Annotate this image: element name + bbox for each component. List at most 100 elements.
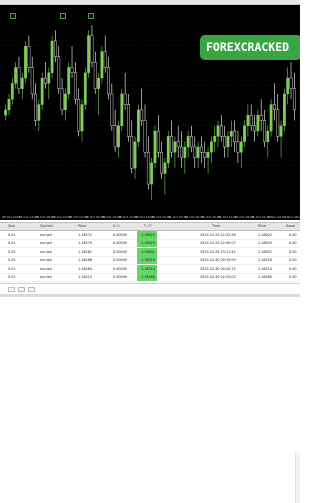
price-chart[interactable]: FOREXCRACKED 28 Oct 2025 29 Oct 14:00 29 O… xyxy=(0,5,300,220)
close-price-cell: 1.16460 xyxy=(258,275,273,279)
table-scrollbar[interactable] xyxy=(295,453,300,503)
candle xyxy=(203,141,207,169)
size-cell: 0.01 xyxy=(8,233,16,237)
column-header-swap[interactable]: Swap xyxy=(286,223,295,230)
watermark-badge: FOREXCRACKED xyxy=(200,35,300,60)
tp-cell: 1.16620 xyxy=(137,231,157,239)
sl-cell: 0.00000 xyxy=(113,241,128,246)
candle xyxy=(153,125,157,169)
size-cell: 0.01 xyxy=(8,275,16,279)
candle xyxy=(219,115,223,142)
size-cell: 0.01 xyxy=(8,241,16,246)
status-strip xyxy=(0,294,300,297)
tp-cell: 1.16518 xyxy=(137,256,157,265)
candle xyxy=(100,46,104,84)
status-bar xyxy=(0,283,300,301)
size-cell: 0.01 xyxy=(8,249,16,254)
candle xyxy=(239,136,243,169)
candle xyxy=(44,62,47,89)
column-header-time[interactable]: Time xyxy=(212,223,220,230)
candle xyxy=(73,62,77,105)
swap-cell: 0.00 xyxy=(289,241,297,246)
candle xyxy=(37,99,41,132)
swap-cell: 0.00 xyxy=(289,266,297,271)
candle xyxy=(170,120,173,158)
candle xyxy=(140,88,144,126)
candle xyxy=(60,78,64,116)
candle xyxy=(123,72,127,110)
status-button[interactable] xyxy=(28,287,35,292)
status-button[interactable] xyxy=(18,287,25,292)
candle xyxy=(166,131,170,169)
candle xyxy=(263,109,266,147)
table-row[interactable]: 0.01 eurusd 1.16410 0.00000 2025.10.30 02:25… xyxy=(0,273,300,282)
candle xyxy=(83,67,87,110)
close-price-cell: 1.16518 xyxy=(258,258,273,263)
candle xyxy=(273,83,276,121)
status-button[interactable] xyxy=(8,287,15,292)
swap-cell: 0.00 xyxy=(289,249,297,254)
candle xyxy=(196,141,200,169)
close-price-cell: 1.16514 xyxy=(258,266,273,271)
close-price-cell: 1.16625 xyxy=(258,241,273,246)
candle xyxy=(200,136,203,163)
size-cell: 0.01 xyxy=(8,266,16,271)
candle xyxy=(80,99,84,142)
sl-cell: 0.00000 xyxy=(113,258,128,263)
column-header-sl[interactable]: S / L xyxy=(113,223,120,230)
candle xyxy=(27,35,31,73)
sl-cell: 0.00000 xyxy=(113,249,128,254)
column-header-symbol[interactable]: Symbol xyxy=(40,223,53,230)
sl-cell: 0.00000 xyxy=(113,233,128,237)
candle xyxy=(243,120,246,147)
candle xyxy=(163,157,167,195)
symbol-cell: eurusd xyxy=(40,266,52,271)
tp-cell: 1.16625 xyxy=(137,239,157,248)
candle xyxy=(143,104,147,158)
candle xyxy=(286,67,290,105)
candle xyxy=(136,104,140,147)
close-price-cell: 1.16631 xyxy=(258,249,273,254)
candle xyxy=(117,120,120,158)
candle xyxy=(176,125,180,158)
candle xyxy=(146,136,150,190)
candle xyxy=(40,72,44,110)
time-cell: 2025.10.30 02:25:03 xyxy=(200,275,236,279)
candle xyxy=(266,125,270,158)
time-axis: 28 Oct 2025 29 Oct 14:00 29 Oct 18:00 29 Oc… xyxy=(0,213,300,220)
candle xyxy=(14,62,18,89)
candle xyxy=(256,109,260,137)
candle xyxy=(206,146,210,174)
candle xyxy=(24,40,27,84)
candle xyxy=(269,99,273,137)
time-axis-tick-label: 1 Nov 06:00 xyxy=(284,215,300,219)
candle xyxy=(63,88,67,121)
candle xyxy=(150,157,154,200)
candle xyxy=(223,125,227,158)
candle xyxy=(50,35,54,79)
column-header-tp[interactable]: T / P xyxy=(144,223,151,230)
candle xyxy=(233,120,237,153)
candle xyxy=(113,109,117,153)
candle xyxy=(133,136,137,179)
tp-cell: 1.16631 xyxy=(137,247,157,256)
column-header-size[interactable]: Size xyxy=(8,223,15,230)
candle xyxy=(10,78,14,105)
time-cell: 2025.10.29 22:40:07 xyxy=(200,241,236,246)
column-header-price[interactable]: Price xyxy=(78,223,86,230)
size-cell: 0.01 xyxy=(8,258,16,263)
candle xyxy=(289,62,293,100)
sl-cell: 0.00000 xyxy=(113,275,128,279)
price-cell: 1.16575 xyxy=(78,241,93,246)
candle xyxy=(20,72,24,100)
candle xyxy=(229,120,233,147)
candle xyxy=(7,93,11,116)
candle xyxy=(70,46,74,79)
candle xyxy=(259,99,263,132)
swap-cell: 0.00 xyxy=(289,275,297,279)
price-cell: 1.16572 xyxy=(78,233,93,237)
candle xyxy=(87,30,91,79)
swap-cell: 0.00 xyxy=(289,258,297,263)
candle xyxy=(180,131,183,169)
column-header-close-price[interactable]: Price xyxy=(258,223,266,230)
